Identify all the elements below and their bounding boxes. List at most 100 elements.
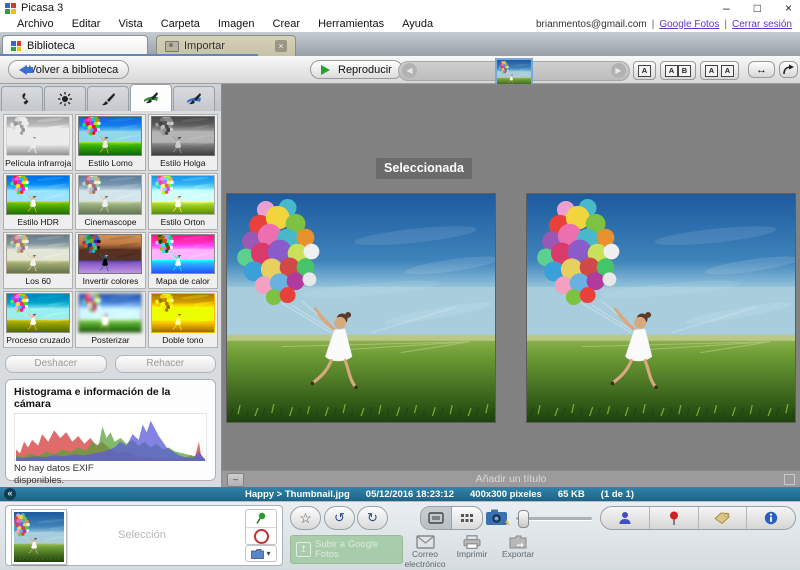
filter-mapa-de-calor[interactable]: Mapa de calor — [148, 232, 218, 289]
edit-panel: Película infrarroja — [0, 84, 222, 487]
close-button[interactable]: × — [785, 0, 792, 16]
tab-effects-blue[interactable] — [173, 86, 215, 111]
places-button[interactable] — [649, 507, 698, 529]
filmstrip-slider[interactable]: ◀ ▶ — [398, 61, 630, 81]
view-mode-compare-aa[interactable]: AA — [700, 61, 739, 80]
filter-estilo-orton[interactable]: Estilo Orton — [148, 173, 218, 230]
menu-archivo[interactable]: Archivo — [8, 18, 63, 30]
caption-placeholder[interactable]: Añadir un título — [476, 473, 547, 485]
back-to-library-button[interactable]: Volver a biblioteca — [8, 60, 129, 79]
email-button[interactable]: Correoelectrónico — [399, 535, 451, 570]
menu-vista[interactable]: Vista — [109, 18, 151, 30]
camera-button[interactable] — [485, 508, 511, 532]
filmstrip-next-icon[interactable]: ▶ — [611, 63, 626, 78]
maximize-button[interactable]: □ — [754, 0, 761, 16]
export-folder-icon — [509, 535, 527, 549]
filter-estilo-holga[interactable]: Estilo Holga — [148, 114, 218, 171]
google-photos-link[interactable]: Google Fotos — [659, 19, 719, 30]
upload-google-photos-button[interactable]: ↥ Subir a Google Fotos — [290, 535, 403, 564]
filmstrip-prev-icon[interactable]: ◀ — [402, 63, 417, 78]
status-filesize: 65 KB — [558, 489, 585, 500]
view-mode-compare-ab[interactable]: AB — [660, 61, 696, 80]
menu-ayuda[interactable]: Ayuda — [393, 18, 442, 30]
view-toggle-group — [420, 506, 483, 530]
filter-cinemascope[interactable]: Cinemascope — [75, 173, 145, 230]
caption-menu-button[interactable]: – — [227, 473, 244, 487]
rotate-left-button[interactable]: ↺ — [324, 506, 355, 530]
add-to-album-button[interactable]: ▾ — [245, 545, 277, 562]
filter-estilo-hdr[interactable]: Estilo HDR — [3, 173, 73, 230]
single-view-toggle[interactable] — [421, 507, 451, 529]
clear-selection-button[interactable] — [246, 527, 276, 545]
printer-icon — [463, 535, 481, 549]
print-button[interactable]: Imprimir — [446, 535, 498, 560]
filter-los-60[interactable]: Los 60 — [3, 232, 73, 289]
filter-invertir-colores[interactable]: Invertir colores — [75, 232, 145, 289]
people-button[interactable] — [601, 507, 649, 529]
filter-thumbnail — [7, 117, 69, 155]
back-to-library-label: Volver a biblioteca — [29, 64, 118, 76]
minimize-button[interactable]: – — [723, 0, 730, 16]
photo-preview-b[interactable] — [527, 194, 795, 422]
filter-label: Estilo Lomo — [88, 158, 132, 168]
export-button[interactable]: Exportar — [492, 535, 544, 560]
collapse-tray-icon[interactable]: « — [4, 488, 16, 500]
tab-effects-basic[interactable] — [87, 86, 129, 111]
email-icon — [416, 535, 435, 549]
photo-preview-a[interactable] — [227, 194, 495, 422]
view-mode-group: AABAA — [633, 61, 739, 80]
caret-down-icon: ▾ — [266, 549, 270, 558]
menu-editar[interactable]: Editar — [63, 18, 110, 30]
menu-carpeta[interactable]: Carpeta — [152, 18, 209, 30]
hold-selection-button[interactable] — [246, 510, 276, 527]
no-exif-text: No hay datos EXIF disponibles. — [14, 463, 207, 487]
menu-crear[interactable]: Crear — [264, 18, 310, 30]
menu-herramientas[interactable]: Herramientas — [309, 18, 393, 30]
filter-posterizar[interactable]: Posterizar — [75, 291, 145, 348]
filter-thumbnail — [152, 176, 214, 214]
panel-toggle-group — [600, 506, 796, 530]
zoom-handle[interactable] — [518, 510, 529, 528]
zoom-slider[interactable] — [516, 512, 592, 524]
account-email: brianmentos@gmail.com — [536, 19, 647, 30]
sign-out-link[interactable]: Cerrar sesión — [732, 19, 792, 30]
filter-label: Invertir colores — [83, 276, 139, 286]
grid-view-toggle[interactable] — [451, 507, 482, 529]
filmstrip-thumbnail[interactable] — [495, 58, 533, 87]
tab-basic-fixes[interactable] — [1, 86, 43, 111]
photo-viewer: Seleccionada — [222, 84, 800, 487]
menu-imagen[interactable]: Imagen — [209, 18, 264, 30]
blue-brush-icon — [186, 92, 202, 106]
properties-button[interactable] — [746, 507, 795, 529]
tags-button[interactable] — [698, 507, 747, 529]
undo-button[interactable]: Deshacer — [5, 355, 107, 373]
separator: | — [652, 19, 655, 30]
filter-proceso-cruzado[interactable]: Proceso cruzado — [3, 291, 73, 348]
rotate-view-button[interactable] — [779, 61, 798, 78]
redo-button[interactable]: Rehacer — [115, 355, 217, 373]
upload-label: Subir a Google Fotos — [315, 540, 397, 560]
tab-library[interactable]: Biblioteca — [2, 35, 148, 56]
picasa-window: Picasa 3 – □ × ArchivoEditarVistaCarpeta… — [0, 0, 800, 570]
star-button[interactable]: ☆ — [290, 506, 321, 530]
sun-icon — [58, 92, 72, 106]
filter-doble-tono[interactable]: Doble tono — [148, 291, 218, 348]
curved-arrow-icon — [782, 64, 795, 76]
view-mode-single[interactable]: A — [633, 61, 656, 80]
filter-película-infrarroja[interactable]: Película infrarroja — [3, 114, 73, 171]
tray-thumbnail[interactable] — [12, 510, 66, 564]
view-mode-letter: B — [678, 65, 691, 77]
filter-label: Mapa de calor — [156, 276, 210, 286]
tab-lighting[interactable] — [44, 86, 86, 111]
play-button[interactable]: Reproducir — [310, 60, 403, 79]
tab-close-icon[interactable]: × — [275, 40, 287, 52]
tab-import[interactable]: Importar × — [156, 35, 296, 56]
title-bar: Picasa 3 – □ × — [0, 0, 800, 16]
rotate-right-button[interactable]: ↻ — [357, 506, 388, 530]
caption-lock-icon[interactable] — [784, 474, 795, 485]
fit-width-button[interactable]: ↔ — [748, 61, 775, 78]
menu-bar: ArchivoEditarVistaCarpetaImagenCrearHerr… — [0, 16, 800, 32]
picasa-logo-icon — [5, 3, 16, 14]
filter-estilo-lomo[interactable]: Estilo Lomo — [75, 114, 145, 171]
tab-effects-green[interactable] — [130, 84, 172, 111]
